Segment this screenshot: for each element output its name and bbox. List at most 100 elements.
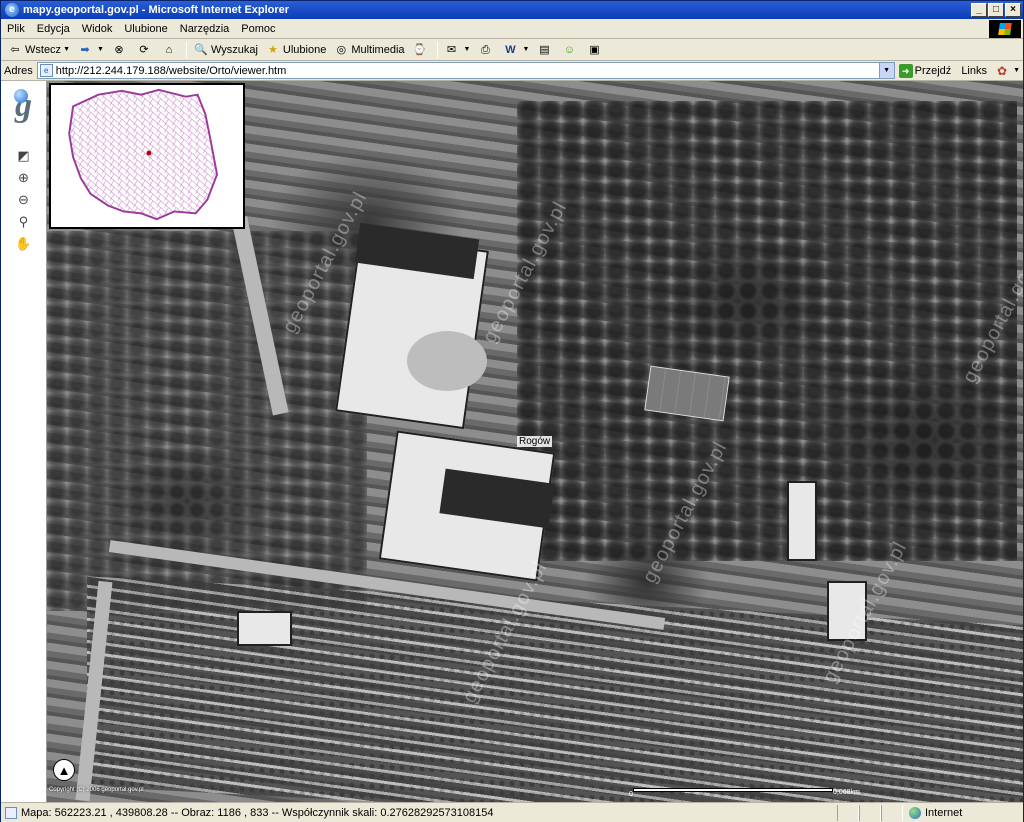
scale-end-label: 0,068km: [833, 789, 860, 796]
scale-start-label: 0: [629, 791, 633, 798]
courtyard: [407, 331, 487, 391]
stop-icon: ⊗: [114, 43, 124, 56]
status-cell: [881, 804, 903, 821]
favorites-icon: ★: [267, 43, 278, 56]
copyright-text: Copyright (C) 2006 geoportal.gov.pl: [49, 787, 144, 793]
search-label: Wyszukaj: [210, 43, 258, 56]
orthophoto-map[interactable]: geoportal.gov.pl geoportal.gov.pl geopor…: [47, 81, 1023, 802]
home-icon: ⌂: [165, 43, 173, 56]
print-button[interactable]: ⎙: [475, 41, 498, 59]
stop-button[interactable]: ⊗: [109, 41, 132, 59]
url-input[interactable]: [55, 64, 886, 77]
search-icon: 🔍: [194, 43, 208, 56]
go-button[interactable]: ➜ Przejdź: [898, 63, 952, 78]
status-text: Mapa: 562223.21 , 439808.28 -- Obraz: 11…: [21, 806, 494, 819]
house-south: [237, 611, 292, 646]
windows-logo-icon: [989, 20, 1021, 38]
menu-favorites[interactable]: Ulubione: [118, 19, 173, 39]
status-message: Mapa: 562223.21 , 439808.28 -- Obraz: 11…: [1, 806, 837, 819]
scale-bar: [633, 788, 833, 792]
page-icon: [5, 806, 17, 819]
address-bar: Adres e ▼ ➜ Przejdź Links ✿ ▼: [1, 61, 1023, 81]
favorites-button[interactable]: ★ Ulubione: [263, 41, 329, 59]
page-icon: e: [39, 64, 53, 77]
menu-edit[interactable]: Edycja: [31, 19, 76, 39]
back-button[interactable]: ⇦ Wstecz ▼: [5, 41, 73, 59]
mail-icon: ✉: [446, 43, 457, 56]
research-icon: ▣: [589, 43, 600, 56]
window-title: mapy.geoportal.gov.pl - Microsoft Intern…: [23, 4, 290, 16]
toolbar-divider: [185, 41, 187, 58]
toolbar-divider: [436, 41, 438, 58]
forward-button[interactable]: ➡ ▼: [75, 41, 107, 59]
zoom-out-icon[interactable]: ⊖: [15, 191, 33, 209]
research-button[interactable]: ▣: [584, 41, 607, 59]
history-icon: ⌚: [412, 43, 427, 56]
minimize-button[interactable]: _: [971, 3, 987, 17]
multimedia-button[interactable]: ◎ Multimedia: [331, 41, 407, 59]
chevron-down-icon[interactable]: ▼: [63, 46, 70, 53]
multimedia-label: Multimedia: [351, 43, 405, 56]
page-content: g ◩ ⊕ ⊖ ⚲ ✋ geoportal.gov.pl geoportal.g…: [1, 81, 1023, 802]
chevron-down-icon[interactable]: ▼: [522, 46, 529, 53]
full-extent-icon[interactable]: ◩: [15, 147, 33, 165]
mail-button[interactable]: ✉ ▼: [442, 41, 474, 59]
back-label: Wstecz: [25, 43, 62, 56]
refresh-button[interactable]: ⟳: [134, 41, 157, 59]
favorites-label: Ulubione: [282, 43, 327, 56]
status-cell: [837, 804, 859, 821]
discuss-button[interactable]: ▤: [534, 41, 557, 59]
go-label: Przejdź: [914, 64, 952, 77]
zoom-in-icon[interactable]: ⊕: [15, 169, 33, 187]
globe-icon: [909, 806, 921, 819]
place-label: Rogów: [517, 436, 553, 447]
tree-cover-east: [517, 101, 1017, 561]
menu-bar: Plik Edycja Widok Ulubione Narzędzia Pom…: [1, 19, 1023, 39]
go-arrow-icon: ➜: [898, 63, 913, 78]
address-field: e ▼: [36, 62, 895, 79]
forward-arrow-icon: ➡: [80, 43, 90, 56]
geoportal-logo: g: [7, 87, 41, 129]
search-button[interactable]: 🔍 Wyszukaj: [191, 41, 261, 59]
menu-help[interactable]: Pomoc: [235, 19, 281, 39]
poland-outline: [68, 88, 219, 221]
title-bar: e mapy.geoportal.gov.pl - Microsoft Inte…: [1, 1, 1023, 19]
back-arrow-icon: ⇦: [10, 43, 20, 56]
printer-icon: ⎙: [481, 43, 490, 56]
close-button[interactable]: ×: [1005, 3, 1021, 17]
zoom-previous-icon[interactable]: ⚲: [15, 213, 33, 231]
links-button[interactable]: Links: [961, 65, 987, 77]
chevron-down-icon[interactable]: ▼: [1013, 67, 1020, 74]
zone-label: Internet: [925, 806, 963, 819]
chevron-down-icon[interactable]: ▼: [464, 46, 471, 53]
browser-window: e mapy.geoportal.gov.pl - Microsoft Inte…: [0, 0, 1024, 822]
outbuilding-east: [787, 481, 817, 561]
history-button[interactable]: ⌚: [410, 41, 433, 59]
security-zone: Internet: [903, 806, 963, 819]
address-label: Adres: [4, 64, 33, 77]
refresh-icon: ⟳: [139, 43, 149, 56]
standard-toolbar: ⇦ Wstecz ▼ ➡ ▼ ⊗ ⟳ ⌂ 🔍 Wyszukaj ★ Ulubio…: [1, 39, 1023, 61]
menu-tools[interactable]: Narzędzia: [174, 19, 236, 39]
poland-overview-map[interactable]: [49, 83, 245, 229]
menu-file[interactable]: Plik: [1, 19, 31, 39]
home-button[interactable]: ⌂: [159, 41, 182, 59]
internet-explorer-icon: e: [5, 3, 19, 17]
word-icon: W: [505, 43, 516, 56]
chevron-down-icon[interactable]: ▼: [97, 46, 104, 53]
chevron-down-icon[interactable]: ▼: [878, 63, 894, 78]
menu-view[interactable]: Widok: [76, 19, 119, 39]
multimedia-icon: ◎: [336, 43, 347, 56]
status-bar: Mapa: 562223.21 , 439808.28 -- Obraz: 11…: [1, 802, 1023, 822]
norton-icon[interactable]: ✿: [997, 64, 1007, 78]
map-tool-panel: g ◩ ⊕ ⊖ ⚲ ✋: [1, 81, 47, 802]
document-icon: ▤: [539, 43, 550, 56]
pan-hand-icon[interactable]: ✋: [15, 235, 33, 253]
location-marker: [146, 150, 152, 156]
maximize-button[interactable]: □: [988, 3, 1004, 17]
edit-button[interactable]: W ▼: [500, 41, 532, 59]
messenger-icon: ☺: [563, 43, 575, 56]
north-arrow-icon: ▲: [53, 759, 75, 781]
status-cell: [859, 804, 881, 821]
messenger-button[interactable]: ☺: [559, 41, 582, 59]
